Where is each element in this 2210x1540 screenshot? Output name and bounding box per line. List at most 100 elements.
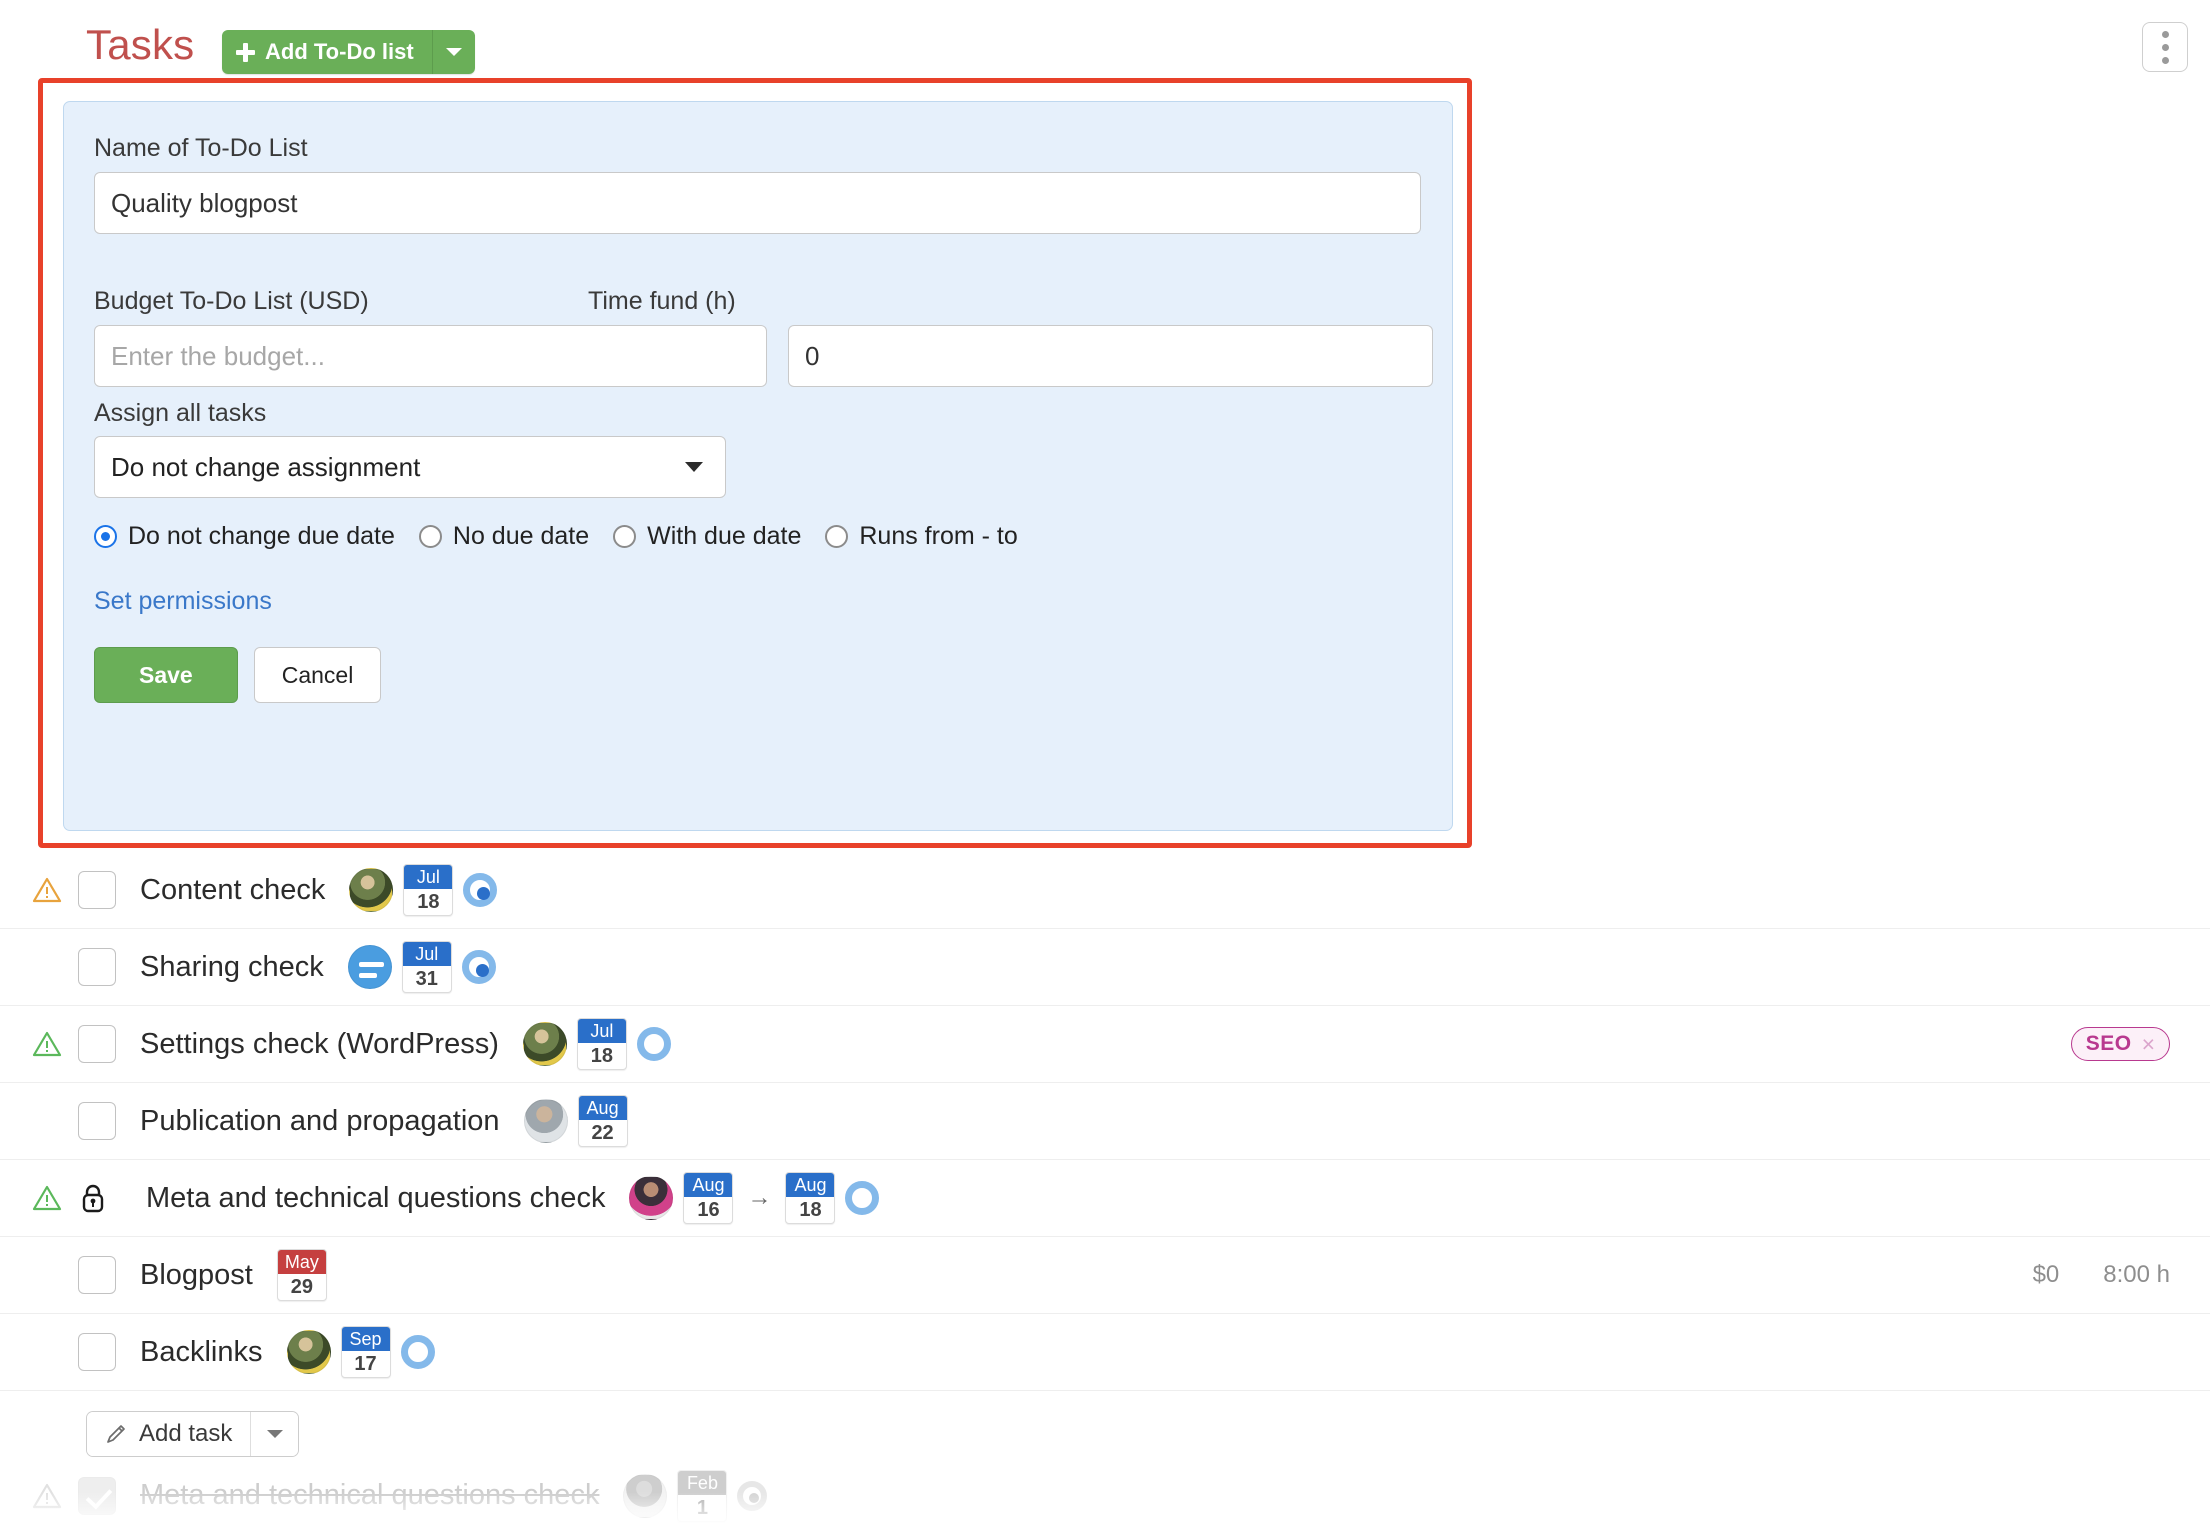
avatar[interactable]: [286, 1330, 331, 1374]
avatar[interactable]: [629, 1176, 674, 1220]
due-date-radio-0[interactable]: Do not change due date: [94, 522, 395, 551]
add-todo-list-group: Add To-Do list: [222, 30, 475, 74]
add-task-area: Add task: [0, 1391, 2210, 1457]
due-date-badge[interactable]: Jul 18: [403, 864, 454, 916]
task-meta: Aug 22: [523, 1095, 628, 1147]
time-fund-input[interactable]: [788, 325, 1433, 387]
lock-icon: [82, 1184, 104, 1213]
task-checkbox[interactable]: [78, 1025, 116, 1063]
due-date-day: 1: [696, 1496, 709, 1519]
avatar[interactable]: [523, 1099, 568, 1143]
assign-all-tasks-select[interactable]: Do not change assignment: [94, 436, 726, 498]
kebab-dot-icon: [2161, 30, 2169, 38]
task-name: Sharing check: [140, 950, 324, 983]
budget-input[interactable]: [94, 325, 767, 387]
task-warning-slot: [32, 1184, 78, 1212]
task-status-indicator[interactable]: [636, 1027, 671, 1061]
radio-icon: [613, 525, 637, 548]
task-status-indicator[interactable]: [400, 1335, 435, 1369]
due-date-day: 22: [591, 1122, 614, 1144]
task-row[interactable]: Meta and technical questions check Feb 1: [0, 1457, 2210, 1534]
due-date-badge[interactable]: Jul 31: [401, 941, 452, 993]
cancel-button[interactable]: Cancel: [253, 647, 382, 703]
task-checkbox[interactable]: [78, 1256, 116, 1294]
task-meta: Feb 1: [623, 1469, 768, 1522]
date-range-arrow-icon: →: [747, 1184, 772, 1211]
radio-icon: [418, 525, 442, 548]
add-task-button[interactable]: Add task: [87, 1412, 251, 1456]
todo-list-name-input[interactable]: [94, 172, 1421, 234]
due-date-month: Jul: [402, 942, 451, 966]
assign-all-tasks-label: Assign all tasks: [94, 399, 267, 427]
team-avatar[interactable]: [347, 945, 392, 989]
warning-triangle-icon: [32, 1185, 62, 1211]
task-row[interactable]: Blogpost May 29 $0 8:00 h: [0, 1237, 2210, 1314]
set-permissions-link[interactable]: Set permissions: [94, 587, 272, 616]
kebab-dot-icon: [2161, 56, 2169, 64]
task-status-indicator[interactable]: [845, 1181, 880, 1215]
due-date-radio-label: Do not change due date: [128, 522, 395, 550]
due-date-radio-3[interactable]: Runs from - to: [825, 522, 1018, 551]
avatar[interactable]: [623, 1473, 668, 1518]
due-date-badge[interactable]: May 29: [276, 1249, 327, 1301]
task-checkbox[interactable]: [78, 871, 116, 909]
task-warning-slot: [32, 876, 78, 904]
plus-icon: [236, 42, 255, 62]
due-date-day: 18: [417, 891, 440, 913]
warning-triangle-icon: [32, 1483, 62, 1508]
due-date-day: 18: [799, 1199, 822, 1221]
due-date-month: Jul: [404, 865, 453, 889]
task-meta: Jul 18: [349, 864, 498, 916]
task-list: Content check Jul 18 Sharing check Jul 31 Sett…: [0, 852, 2210, 1534]
task-checkbox[interactable]: [78, 1333, 116, 1371]
task-row[interactable]: Publication and propagation Aug 22: [0, 1083, 2210, 1160]
task-status-indicator[interactable]: [463, 873, 498, 907]
task-row[interactable]: Meta and technical questions check Aug 16 →…: [0, 1160, 2210, 1237]
task-meta: Aug 16 → Aug 18: [629, 1172, 880, 1224]
save-button[interactable]: Save: [94, 647, 238, 703]
task-tag-label: SEO: [2085, 1032, 2132, 1055]
due-date-badge[interactable]: Feb 1: [677, 1469, 728, 1522]
due-date-radio-1[interactable]: No due date: [418, 522, 590, 551]
add-todo-list-dropdown-button[interactable]: [432, 30, 475, 74]
todo-list-form: Name of To-Do List Budget To-Do List (US…: [63, 101, 1453, 831]
task-checkbox[interactable]: [78, 948, 116, 986]
due-date-badge[interactable]: Jul 18: [576, 1018, 627, 1070]
task-name: Backlinks: [140, 1335, 263, 1368]
avatar[interactable]: [349, 868, 394, 912]
due-date-month: May: [277, 1250, 326, 1274]
pencil-icon: [107, 1425, 125, 1443]
task-name: Meta and technical questions check: [140, 1479, 600, 1511]
due-date-badge[interactable]: Aug 18: [785, 1172, 836, 1224]
due-date-radio-2[interactable]: With due date: [613, 522, 801, 551]
due-date-month: Aug: [786, 1173, 835, 1197]
task-tag[interactable]: SEO ×: [2070, 1027, 2170, 1061]
due-date-badge[interactable]: Aug 22: [577, 1095, 628, 1147]
warning-triangle-icon: [32, 877, 62, 903]
task-row[interactable]: Backlinks Sep 17: [0, 1314, 2210, 1391]
name-field-label: Name of To-Do List: [94, 134, 308, 162]
chevron-down-icon: [685, 462, 703, 472]
warning-triangle-icon: [32, 1031, 62, 1057]
task-checkbox[interactable]: [78, 1476, 116, 1515]
task-row[interactable]: Settings check (WordPress) Jul 18 SEO ×: [0, 1006, 2210, 1083]
task-name: Publication and propagation: [140, 1104, 500, 1137]
close-icon[interactable]: ×: [2142, 1032, 2155, 1056]
task-status-indicator[interactable]: [461, 950, 496, 984]
task-time: 8:00 h: [2103, 1261, 2170, 1288]
add-task-dropdown-button[interactable]: [250, 1412, 299, 1456]
more-options-button[interactable]: [2142, 22, 2188, 72]
due-date-radio-label: No due date: [452, 522, 590, 550]
task-row[interactable]: Sharing check Jul 31: [0, 929, 2210, 1006]
avatar[interactable]: [522, 1022, 567, 1066]
task-status-indicator[interactable]: [737, 1480, 768, 1511]
due-date-badge[interactable]: Sep 17: [340, 1326, 391, 1378]
todo-list-form-highlight: Name of To-Do List Budget To-Do List (US…: [38, 78, 1472, 848]
due-date-badge[interactable]: Aug 16: [683, 1172, 734, 1224]
chevron-down-icon: [445, 48, 462, 56]
add-todo-list-button[interactable]: Add To-Do list: [222, 30, 433, 74]
task-checkbox[interactable]: [78, 1102, 116, 1140]
form-actions: Save Cancel: [94, 647, 382, 703]
task-row[interactable]: Content check Jul 18: [0, 852, 2210, 929]
tasks-page: Tasks Add To-Do list Name of To-Do List …: [0, 0, 2210, 1540]
